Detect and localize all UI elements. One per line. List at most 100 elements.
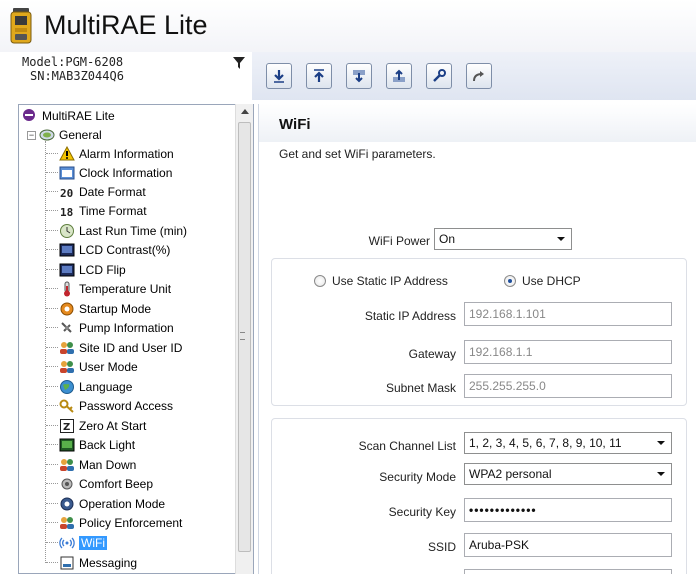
tree-item-back-light[interactable]: Back Light bbox=[59, 435, 135, 454]
tree-item-lcd-contrast[interactable]: LCD Contrast(%) bbox=[59, 240, 170, 259]
thermometer-icon bbox=[59, 281, 75, 297]
tree-item-date-format[interactable]: 20 Date Format bbox=[59, 182, 146, 201]
globe-icon bbox=[59, 379, 75, 395]
tree-item-operation-mode[interactable]: Operation Mode bbox=[59, 494, 165, 513]
tree-item-comfort-beep[interactable]: Comfort Beep bbox=[59, 474, 153, 493]
upload-all-button[interactable] bbox=[386, 63, 412, 89]
gateway-label: Gateway bbox=[408, 347, 456, 361]
message-icon bbox=[59, 555, 75, 571]
users-icon bbox=[59, 340, 75, 356]
tree-scrollbar[interactable] bbox=[235, 104, 253, 574]
ip-settings-group: Use Static IP Address Use DHCP Static IP… bbox=[271, 258, 687, 406]
beep-icon bbox=[59, 476, 75, 492]
date-format-icon: 20 bbox=[59, 184, 75, 200]
security-key-label: Security Key bbox=[388, 505, 456, 519]
static-ip-radio-label: Use Static IP Address bbox=[332, 274, 448, 288]
pump-icon bbox=[59, 320, 75, 336]
tree-item-alarm-information[interactable]: Alarm Information bbox=[59, 144, 174, 163]
security-settings-group: Scan Channel List 1, 2, 3, 4, 5, 6, 7, 8… bbox=[271, 418, 687, 574]
download-all-button[interactable] bbox=[346, 63, 372, 89]
operation-gear-icon bbox=[59, 496, 75, 512]
clock-icon bbox=[59, 165, 75, 181]
device-serial: SN:MAB3Z044Q6 bbox=[30, 69, 124, 83]
users-icon bbox=[59, 359, 75, 375]
static-ip-field[interactable]: 192.168.1.101 bbox=[464, 302, 672, 326]
tree-item-time-format[interactable]: 18 Time Format bbox=[59, 201, 147, 220]
settings-tree: MultiRAE Lite − General Alarm Informatio… bbox=[18, 104, 254, 574]
users-icon bbox=[59, 457, 75, 473]
tree-group-label: General bbox=[59, 127, 102, 142]
device-logo-icon bbox=[10, 8, 32, 44]
gear-icon bbox=[59, 301, 75, 317]
backlight-icon bbox=[59, 437, 75, 453]
tree-item-startup-mode[interactable]: Startup Mode bbox=[59, 299, 151, 318]
app-title: MultiRAE Lite bbox=[44, 10, 208, 40]
runtime-clock-icon bbox=[59, 223, 75, 239]
scroll-grip-icon bbox=[240, 332, 245, 340]
upload-button[interactable] bbox=[306, 63, 332, 89]
redo-button[interactable] bbox=[466, 63, 492, 89]
zero-icon: Z bbox=[59, 418, 75, 434]
filter-icon[interactable] bbox=[232, 56, 246, 70]
download-button[interactable] bbox=[266, 63, 292, 89]
upload-all-icon bbox=[393, 69, 405, 82]
download-icon bbox=[274, 70, 284, 83]
chevron-down-icon bbox=[657, 441, 665, 445]
tree-item-lcd-flip[interactable]: LCD Flip bbox=[59, 260, 126, 279]
tree-item-pump-information[interactable]: Pump Information bbox=[59, 318, 174, 337]
tree-item-password-access[interactable]: Password Access bbox=[59, 396, 173, 415]
toolbar bbox=[252, 52, 696, 100]
wifi-icon bbox=[59, 535, 75, 551]
wifi-power-select[interactable]: On bbox=[434, 228, 572, 250]
wrench-icon bbox=[433, 69, 446, 82]
ssid-field[interactable]: Aruba-PSK bbox=[464, 533, 672, 557]
static-ip-radio[interactable] bbox=[314, 275, 326, 287]
tree-item-site-id[interactable]: Site ID and User ID bbox=[59, 338, 182, 357]
tree-group-general[interactable]: General bbox=[39, 125, 102, 144]
chevron-down-icon bbox=[657, 472, 665, 476]
tree-item-temperature-unit[interactable]: Temperature Unit bbox=[59, 279, 171, 298]
tree-item-last-run-time[interactable]: Last Run Time (min) bbox=[59, 221, 187, 240]
users-icon bbox=[59, 515, 75, 531]
security-mode-select[interactable]: WPA2 personal bbox=[464, 463, 672, 485]
settings-button[interactable] bbox=[426, 63, 452, 89]
gateway-field[interactable]: 192.168.1.1 bbox=[464, 340, 672, 364]
tree-item-wifi[interactable]: WiFi bbox=[59, 533, 107, 552]
multirae-logo-icon bbox=[22, 108, 38, 124]
svg-text:20: 20 bbox=[60, 187, 73, 200]
tree-item-language[interactable]: Language bbox=[59, 377, 132, 396]
lcd-flip-icon bbox=[59, 262, 75, 278]
tree-item-zero-at-start[interactable]: Z Zero At Start bbox=[59, 416, 146, 435]
svg-text:Z: Z bbox=[63, 422, 70, 433]
download-all-icon bbox=[353, 70, 365, 83]
tree-item-user-mode[interactable]: User Mode bbox=[59, 357, 138, 376]
subnet-field[interactable]: 255.255.255.0 bbox=[464, 374, 672, 398]
upload-icon bbox=[314, 69, 324, 82]
device-info: Model:PGM-6208 SN:MAB3Z044Q6 bbox=[0, 52, 252, 100]
dhcp-radio-label: Use DHCP bbox=[522, 274, 581, 288]
wifi-panel: WiFi Get and set WiFi parameters. WiFi P… bbox=[258, 104, 696, 574]
security-key-field[interactable]: ••••••••••••• bbox=[464, 498, 672, 522]
collapse-toggle[interactable]: − bbox=[27, 131, 36, 140]
tree-item-policy-enforcement[interactable]: Policy Enforcement bbox=[59, 513, 182, 532]
tree-root-label: MultiRAE Lite bbox=[42, 108, 115, 123]
key-icon bbox=[59, 398, 75, 414]
time-format-icon: 18 bbox=[59, 203, 75, 219]
svg-text:18: 18 bbox=[60, 206, 73, 219]
scan-channel-select[interactable]: 1, 2, 3, 4, 5, 6, 7, 8, 9, 10, 11 bbox=[464, 432, 672, 454]
dhcp-radio[interactable] bbox=[504, 275, 516, 287]
panel-title: WiFi bbox=[279, 116, 311, 133]
general-group-icon bbox=[39, 127, 55, 143]
tree-guide-line bbox=[45, 141, 46, 563]
scroll-up-icon[interactable] bbox=[241, 109, 249, 114]
panel-description: Get and set WiFi parameters. bbox=[279, 147, 436, 161]
tree-root[interactable]: MultiRAE Lite bbox=[22, 106, 115, 125]
tree-item-man-down[interactable]: Man Down bbox=[59, 455, 136, 474]
scan-channel-label: Scan Channel List bbox=[358, 439, 456, 453]
tree-item-clock-information[interactable]: Clock Information bbox=[59, 163, 172, 182]
panel-header: WiFi bbox=[259, 104, 696, 142]
next-field[interactable] bbox=[464, 569, 672, 574]
tree-item-messaging[interactable]: Messaging bbox=[59, 553, 137, 572]
wifi-power-label: WiFi Power bbox=[368, 234, 430, 248]
chevron-down-icon bbox=[557, 237, 565, 241]
